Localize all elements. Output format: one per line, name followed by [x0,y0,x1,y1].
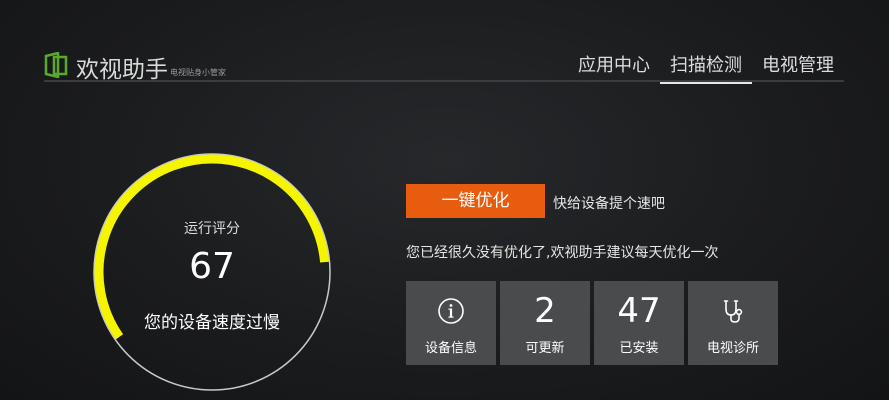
installed-count: 47 [617,291,661,331]
score-gauge: 运行评分 67 您的设备速度过慢 [90,150,334,394]
updatable-count: 2 [534,291,556,331]
score-value: 67 [189,246,235,287]
app-subtitle: 电视贴身小管家 [170,68,226,77]
one-click-optimize-button[interactable]: 一键优化 [406,184,545,218]
tile-label: 设备信息 [424,341,477,356]
main-nav: 应用中心 扫描检测 电视管理 [568,44,844,84]
app-title: 欢视助手 [76,57,168,83]
tile-tv-clinic[interactable]: 电视诊所 [688,281,778,365]
optimize-hint: 快给设备提个速吧 [553,196,665,212]
tab-tv-manage[interactable]: 电视管理 [752,44,844,82]
tab-app-center[interactable]: 应用中心 [568,44,660,82]
stethoscope-icon [688,291,778,331]
tile-label: 已安装 [619,341,659,356]
tile-device-info[interactable]: 设备信息 [406,281,496,365]
score-label: 运行评分 [184,221,240,237]
info-icon [406,291,496,331]
tile-label: 可更新 [525,341,565,356]
tile-label: 电视诊所 [706,341,759,356]
optimize-advice: 您已经很久没有优化了,欢视助手建议每天优化一次 [406,245,719,261]
top-bar: 欢视助手 电视贴身小管家 应用中心 扫描检测 电视管理 [44,44,844,84]
header-divider [44,80,844,82]
tab-scan-check[interactable]: 扫描检测 [660,44,752,84]
tile-updatable[interactable]: 2 可更新 [500,281,590,365]
score-status: 您的设备速度过慢 [144,313,280,333]
tile-installed[interactable]: 47 已安装 [594,281,684,365]
tv-frame-icon [44,51,68,79]
